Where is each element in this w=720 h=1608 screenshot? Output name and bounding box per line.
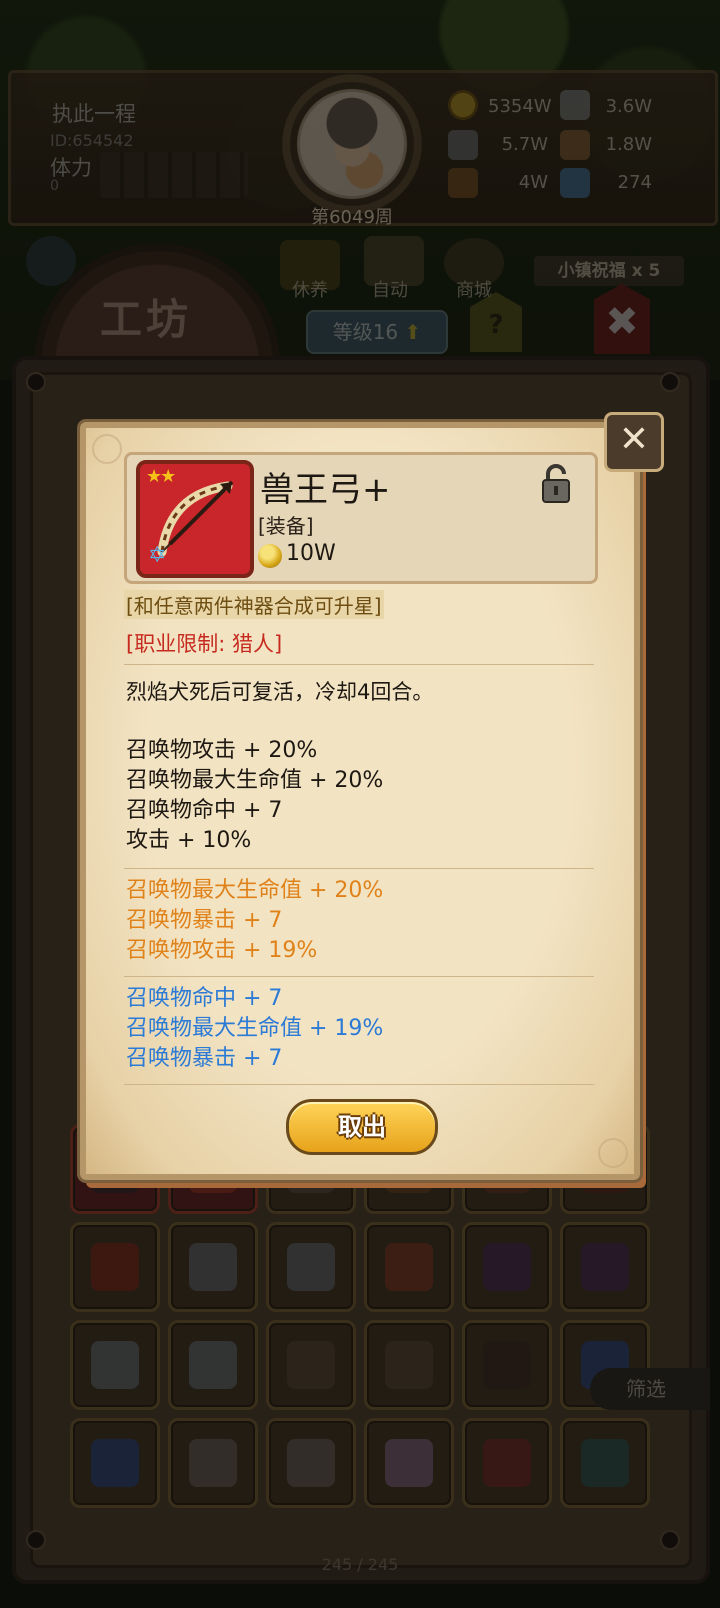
item-effect-description: 烈焰犬死后可复活，冷却4回合。 [126,680,434,704]
item-icon-frame: ★★ ✡ [136,460,254,578]
divider [124,976,594,977]
bonus-stat-orange: 召唤物最大生命值 + 20% [126,878,384,903]
divider [124,868,594,869]
divider [124,1084,594,1085]
item-type: [装备] [258,514,314,538]
base-stat: 召唤物最大生命值 + 20% [126,768,384,793]
base-stat: 攻击 + 10% [126,828,252,853]
unlock-icon[interactable] [540,464,572,504]
take-out-button[interactable]: 取出 [286,1099,438,1155]
bonus-stat-blue: 召唤物暴击 + 7 [126,1046,283,1071]
ornament-icon [92,434,122,464]
close-icon: ✕ [618,419,650,460]
bonus-stat-blue: 召唤物命中 + 7 [126,986,283,1011]
ornament-icon [598,1138,628,1168]
divider [124,664,594,665]
bonus-stat-orange: 召唤物攻击 + 19% [126,938,318,963]
hexagram-icon: ✡ [148,543,167,568]
class-restriction: [职业限制: 猎人] [126,632,283,656]
item-price: 10W [286,541,336,566]
item-name: 兽王弓+ [260,470,391,510]
gold-coin-icon [258,544,282,568]
base-stat: 召唤物命中 + 7 [126,798,283,823]
merge-upgrade-note: [和任意两件神器合成可升星] [124,590,384,619]
bonus-stat-orange: 召唤物暴击 + 7 [126,908,283,933]
base-stat: 召唤物攻击 + 20% [126,738,318,763]
dialog-close-button[interactable]: ✕ [604,412,664,472]
bonus-stat-blue: 召唤物最大生命值 + 19% [126,1016,384,1041]
